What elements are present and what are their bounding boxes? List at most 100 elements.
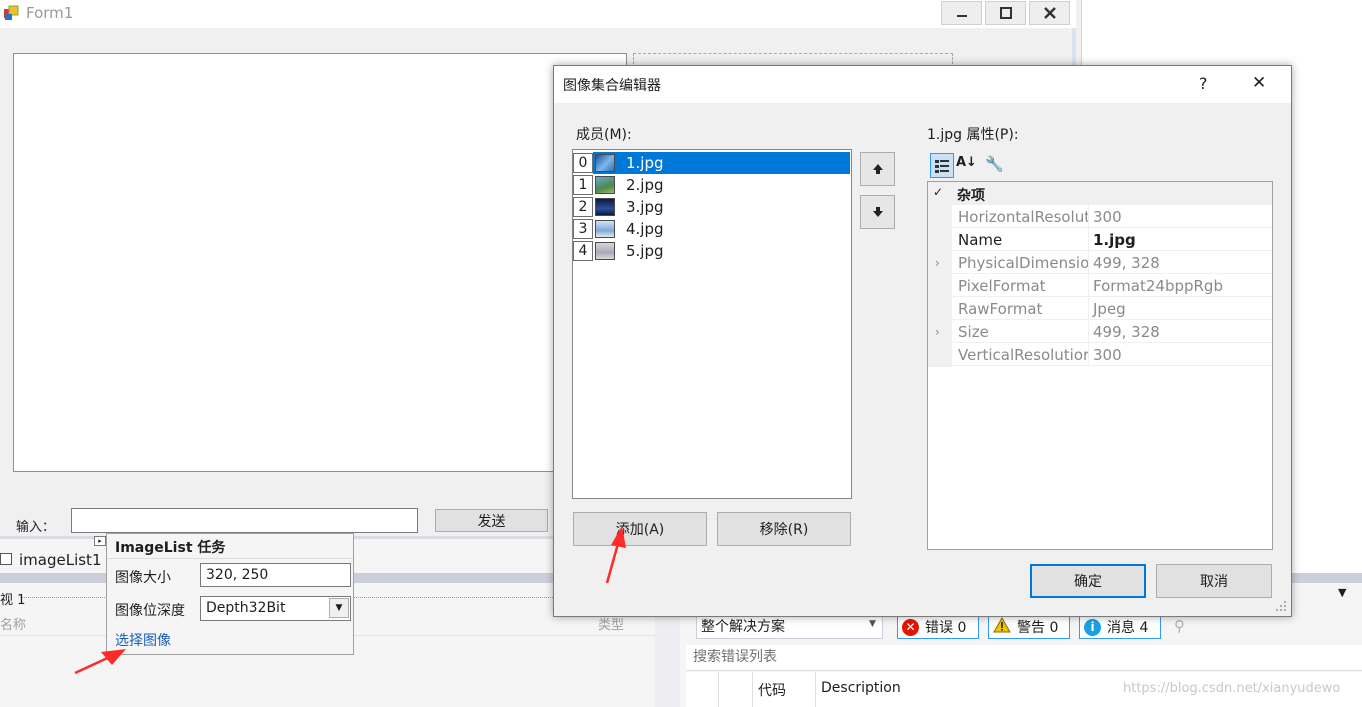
column-separator — [1088, 343, 1089, 366]
chevron-right-icon[interactable]: › — [935, 256, 940, 270]
member-item[interactable]: 1 2.jpg — [573, 174, 851, 196]
image-size-input[interactable]: 320, 250 — [200, 563, 351, 587]
picture-box[interactable] — [13, 53, 627, 472]
minimize-button[interactable] — [941, 1, 982, 25]
column-separator — [1088, 228, 1089, 251]
color-depth-label: 图像位深度 — [115, 603, 185, 619]
tasks-title: ImageList 任务 — [115, 540, 226, 556]
member-item[interactable]: 0 1.jpg — [573, 152, 851, 174]
scope-dropdown[interactable]: 整个解决方案 — [696, 615, 883, 639]
member-name: 2.jpg — [626, 176, 664, 194]
property-row[interactable]: PixelFormat Format24bppRgb — [952, 274, 1272, 297]
member-index: 4 — [573, 241, 593, 261]
error-icon: ✕ — [902, 618, 919, 636]
errors-filter-button[interactable]: ✕ 错误 0 — [897, 615, 979, 639]
property-row[interactable]: Size 499, 328 — [952, 320, 1272, 343]
help-button[interactable]: ? — [1199, 74, 1208, 93]
column-name-header[interactable]: 名称 — [0, 614, 26, 633]
error-search-input[interactable]: 搜索错误列表 — [686, 645, 1362, 671]
member-name: 5.jpg — [626, 242, 664, 260]
cancel-button[interactable]: 取消 — [1156, 564, 1272, 598]
close-icon — [1043, 7, 1056, 19]
chevron-down-icon[interactable]: ▼ — [329, 598, 349, 618]
imagelist-icon — [0, 553, 12, 565]
move-down-button[interactable] — [860, 195, 895, 229]
wrench-icon[interactable]: 🔧 — [985, 155, 1004, 173]
warning-icon — [993, 616, 1011, 637]
image-size-label: 图像大小 — [115, 570, 171, 586]
form-close-button[interactable] — [1029, 1, 1070, 25]
form-app-icon — [3, 5, 20, 22]
smart-tag-glyph[interactable]: ▸ — [94, 536, 106, 546]
image-thumbnail — [595, 198, 615, 216]
chevron-right-icon[interactable]: › — [935, 325, 940, 339]
property-row[interactable]: HorizontalResolut 300 — [952, 205, 1272, 228]
property-value: 300 — [1093, 346, 1122, 364]
resize-grip-icon[interactable] — [1274, 599, 1288, 613]
send-button[interactable]: 发送 — [435, 509, 548, 532]
tasks-divider — [107, 558, 353, 559]
watermark: https://blog.csdn.net/xianyudewo — [1123, 681, 1341, 696]
dialog-close-button[interactable]: ✕ — [1252, 73, 1266, 93]
collapse-icon[interactable]: ✓ — [933, 185, 943, 199]
property-value: 499, 328 — [1093, 254, 1160, 272]
column-separator — [1088, 274, 1089, 297]
image-thumbnail — [595, 242, 615, 260]
code-column-header[interactable]: 代码 — [758, 680, 786, 700]
member-item[interactable]: 2 3.jpg — [573, 196, 851, 218]
alphabetical-sort-icon[interactable]: A↓ — [956, 155, 977, 170]
chevron-down-icon[interactable]: ▼ — [1338, 586, 1346, 599]
member-name: 4.jpg — [626, 220, 664, 238]
arrow-up-icon — [872, 164, 883, 174]
messages-filter-button[interactable]: i 消息 4 — [1079, 615, 1161, 639]
move-up-button[interactable] — [860, 152, 895, 186]
member-index: 3 — [573, 219, 593, 239]
image-thumbnail — [595, 176, 615, 194]
imagelist-component[interactable]: imageList1 — [19, 551, 102, 569]
property-name: VerticalResolutior — [958, 346, 1088, 364]
form-titlebar — [0, 0, 1076, 28]
property-row[interactable]: RawFormat Jpeg — [952, 297, 1272, 320]
column-separator — [718, 672, 719, 707]
categorized-button[interactable] — [930, 153, 954, 178]
maximize-button[interactable] — [985, 1, 1026, 25]
property-name: Name — [958, 231, 1003, 249]
lower-left-tab[interactable]: 视 1 — [0, 589, 25, 608]
member-name: 3.jpg — [626, 198, 664, 216]
categorized-icon — [935, 159, 949, 173]
maximize-icon — [999, 7, 1012, 19]
members-label: 成员(M): — [576, 127, 632, 143]
property-name: Size — [958, 323, 989, 341]
member-item[interactable]: 4 5.jpg — [573, 240, 851, 262]
add-button[interactable]: 添加(A) — [573, 512, 707, 546]
minimize-icon — [956, 15, 967, 17]
dialog-title: 图像集合编辑器 — [563, 78, 661, 94]
column-separator — [1088, 205, 1089, 228]
property-row[interactable]: Name 1.jpg — [952, 228, 1272, 251]
property-row[interactable]: VerticalResolutior 300 — [952, 343, 1272, 366]
remove-button[interactable]: 移除(R) — [717, 512, 851, 546]
ok-button[interactable]: 确定 — [1030, 564, 1146, 598]
properties-label: 1.jpg 属性(P): — [927, 127, 1019, 143]
message-input[interactable] — [71, 508, 418, 533]
property-row[interactable]: PhysicalDimensior 499, 328 — [952, 251, 1272, 274]
member-item[interactable]: 3 4.jpg — [573, 218, 851, 240]
property-value[interactable]: 1.jpg — [1093, 231, 1136, 249]
property-name: RawFormat — [958, 300, 1043, 318]
messages-filter-label: 消息 4 — [1107, 620, 1149, 636]
errors-filter-label: 错误 0 — [925, 620, 967, 636]
form-title: Form1 — [26, 4, 74, 22]
image-thumbnail — [595, 154, 615, 172]
arrow-down-icon — [872, 207, 883, 217]
chevron-down-icon: ▼ — [869, 619, 876, 629]
choose-images-link[interactable]: 选择图像 — [115, 630, 171, 650]
warnings-filter-button[interactable]: 警告 0 — [988, 615, 1070, 639]
filter-icon[interactable]: ⚲ — [1174, 617, 1185, 635]
property-name: PixelFormat — [958, 277, 1046, 295]
column-separator — [752, 672, 753, 707]
column-separator — [1088, 251, 1089, 274]
description-column-header[interactable]: Description — [821, 680, 901, 696]
property-name: HorizontalResolut — [958, 208, 1088, 226]
member-index: 2 — [573, 197, 593, 217]
property-value: Format24bppRgb — [1093, 277, 1223, 295]
